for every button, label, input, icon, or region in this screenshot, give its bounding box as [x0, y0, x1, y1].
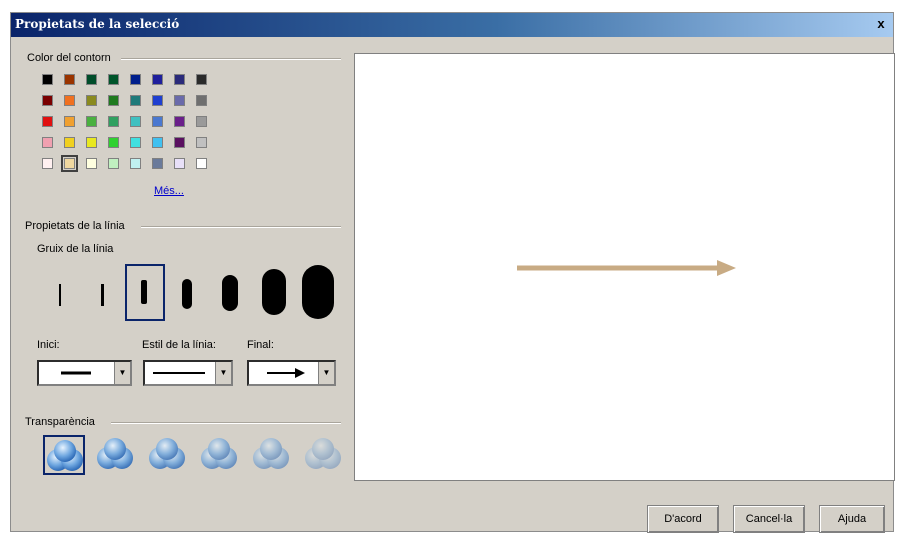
dialog-title: Propietats de la selecció — [15, 17, 180, 31]
help-button[interactable]: Ajuda — [819, 505, 885, 533]
color-swatch[interactable] — [86, 116, 97, 127]
group-divider — [111, 422, 341, 424]
arrow-preview — [517, 260, 736, 276]
color-swatch[interactable] — [174, 137, 185, 148]
cancel-button[interactable]: Cancel·la — [733, 505, 805, 533]
color-swatch[interactable] — [152, 95, 163, 106]
color-group-label: Color del contorn — [27, 52, 115, 64]
color-swatch[interactable] — [196, 74, 207, 85]
transparency-option[interactable] — [95, 435, 137, 475]
color-swatch[interactable] — [130, 158, 141, 169]
color-swatch[interactable] — [42, 95, 53, 106]
color-swatch-selected[interactable] — [61, 155, 78, 172]
color-swatch[interactable] — [42, 116, 53, 127]
color-swatch[interactable] — [86, 158, 97, 169]
color-swatch[interactable] — [64, 95, 75, 106]
transparency-option[interactable] — [251, 435, 293, 475]
color-swatch[interactable] — [86, 74, 97, 85]
color-swatch[interactable] — [130, 137, 141, 148]
selection-properties-dialog: Propietats de la selecció x Color del co… — [10, 12, 895, 533]
color-swatch[interactable] — [108, 95, 119, 106]
color-swatch[interactable] — [130, 95, 141, 106]
color-swatch[interactable] — [130, 116, 141, 127]
thickness-option-3-selected[interactable] — [125, 264, 165, 321]
transparency-group-label: Transparència — [25, 416, 99, 428]
chevron-down-icon[interactable]: ▼ — [318, 362, 334, 384]
color-swatch[interactable] — [86, 137, 97, 148]
ok-button[interactable]: D'acord — [647, 505, 719, 533]
start-style-dropdown[interactable]: ▼ — [37, 360, 132, 386]
arrow-end-icon — [267, 368, 305, 378]
bubbles-icon — [47, 440, 83, 471]
end-style-dropdown[interactable]: ▼ — [247, 360, 336, 386]
chevron-down-icon[interactable]: ▼ — [114, 362, 130, 384]
color-swatch[interactable] — [108, 137, 119, 148]
line-style-dropdown[interactable]: ▼ — [143, 360, 233, 386]
title-bar[interactable]: Propietats de la selecció x — [11, 13, 893, 37]
bubbles-icon — [253, 438, 289, 469]
bubbles-icon — [201, 438, 237, 469]
color-swatch[interactable] — [130, 74, 141, 85]
color-swatch[interactable] — [174, 158, 185, 169]
color-swatch[interactable] — [42, 74, 53, 85]
line-style-label: Estil de la línia: — [142, 339, 216, 351]
group-divider — [121, 58, 341, 60]
more-colors-link[interactable]: Més... — [154, 185, 184, 197]
color-swatch[interactable] — [152, 137, 163, 148]
color-swatch[interactable] — [64, 137, 75, 148]
color-swatch[interactable] — [174, 74, 185, 85]
group-divider — [141, 226, 341, 228]
color-swatch[interactable] — [64, 74, 75, 85]
color-swatch[interactable] — [152, 74, 163, 85]
color-swatch[interactable] — [174, 116, 185, 127]
start-label: Inici: — [37, 339, 60, 351]
color-swatch[interactable] — [196, 137, 207, 148]
transparency-option[interactable] — [199, 435, 241, 475]
color-swatch[interactable] — [86, 95, 97, 106]
color-swatch[interactable] — [196, 116, 207, 127]
color-swatch[interactable] — [64, 116, 75, 127]
transparency-option[interactable] — [147, 435, 189, 475]
color-swatch[interactable] — [108, 158, 119, 169]
end-label: Final: — [247, 339, 274, 351]
color-swatch[interactable] — [174, 95, 185, 106]
bubbles-icon — [149, 438, 185, 469]
color-swatch[interactable] — [196, 158, 207, 169]
chevron-down-icon[interactable]: ▼ — [215, 362, 231, 384]
color-swatch[interactable] — [42, 137, 53, 148]
color-swatch[interactable] — [108, 74, 119, 85]
line-thickness-label: Gruix de la línia — [37, 243, 114, 255]
bubbles-icon — [97, 438, 133, 469]
color-swatch[interactable] — [152, 116, 163, 127]
line-start-icon — [61, 371, 91, 375]
line-group-label: Propietats de la línia — [25, 220, 129, 232]
bubbles-icon — [305, 438, 341, 469]
transparency-option[interactable] — [303, 435, 345, 475]
color-swatch[interactable] — [196, 95, 207, 106]
color-swatch[interactable] — [152, 158, 163, 169]
close-icon[interactable]: x — [872, 16, 890, 32]
solid-line-icon — [153, 372, 205, 374]
color-swatch[interactable] — [42, 158, 53, 169]
color-swatch[interactable] — [108, 116, 119, 127]
transparency-option-selected[interactable] — [43, 435, 85, 475]
preview-pane — [354, 53, 895, 481]
